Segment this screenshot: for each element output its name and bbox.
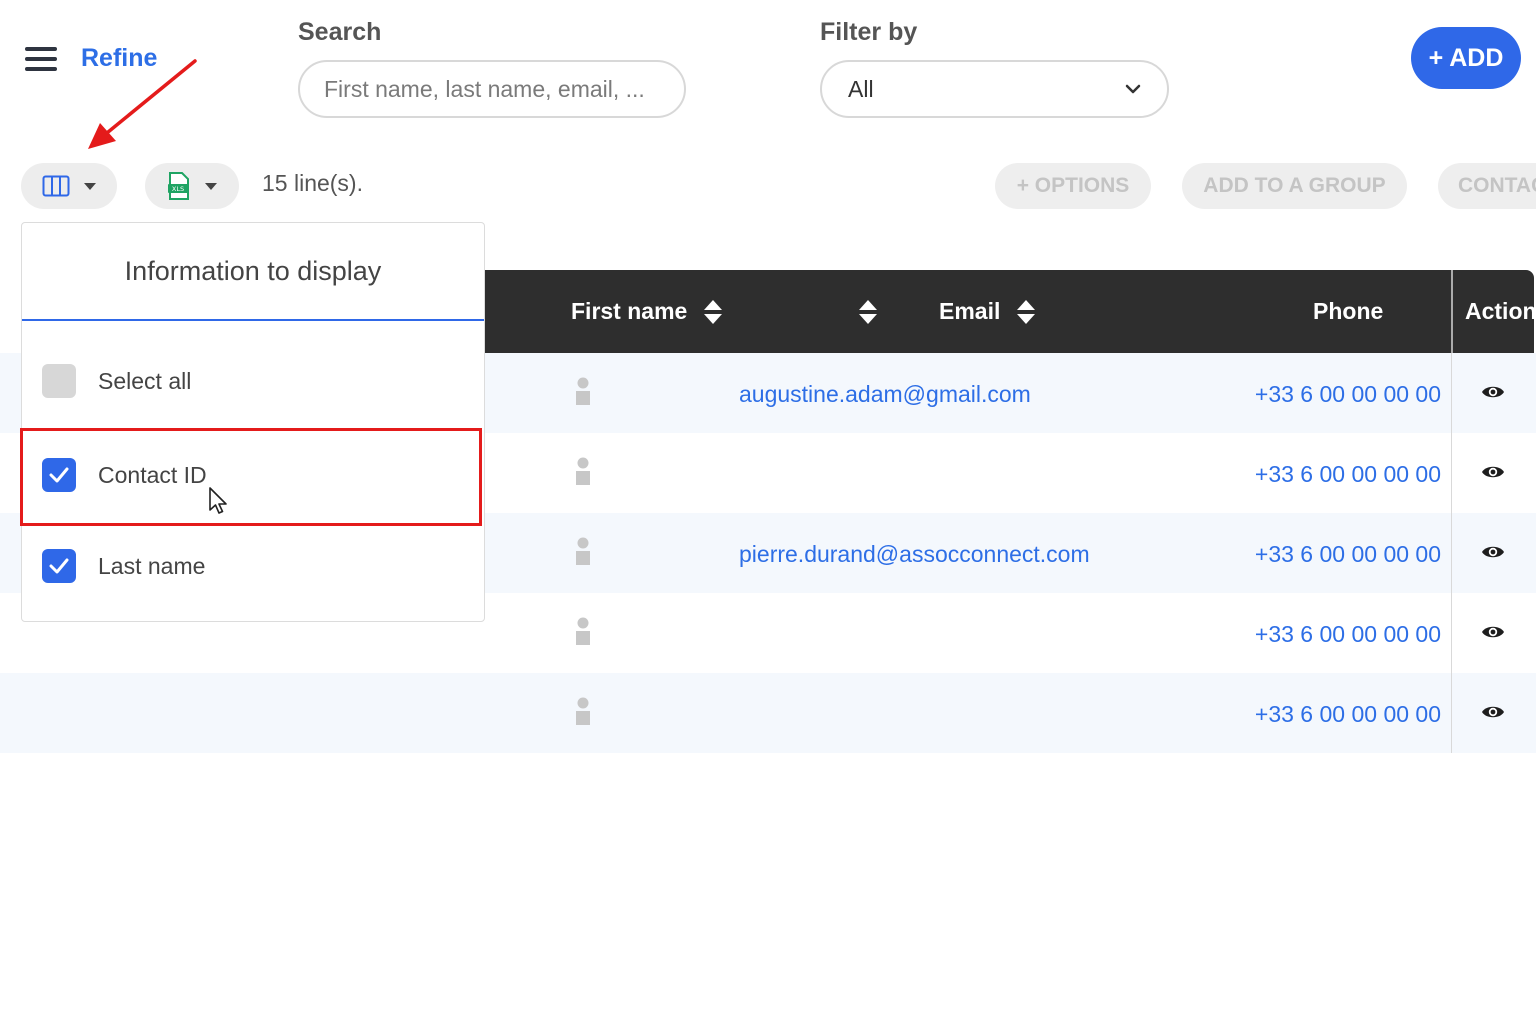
checkbox-checked[interactable]: [42, 549, 76, 583]
excel-file-icon: XLS: [168, 172, 189, 200]
phone-link[interactable]: +33 6 00 00 00 00: [1255, 381, 1441, 408]
columns-panel: Information to display Select all Contac…: [21, 222, 485, 622]
sort-icon: [1017, 299, 1036, 324]
header-divider: [1451, 270, 1453, 353]
option-label: Select all: [98, 367, 192, 394]
column-action: Action: [1465, 270, 1536, 353]
checkbox-unchecked[interactable]: [42, 364, 76, 398]
chevron-down-icon: [1125, 84, 1141, 94]
email-link[interactable]: pierre.durand@assocconnect.com: [739, 541, 1090, 568]
eye-icon[interactable]: [1481, 703, 1505, 721]
user-icon: [576, 697, 590, 725]
email-header: Email: [939, 298, 1001, 324]
sort-icon: [859, 299, 877, 324]
column-phone: Phone: [1313, 270, 1383, 353]
option-last-name[interactable]: Last name: [42, 546, 205, 586]
phone-link[interactable]: +33 6 00 00 00 00: [1255, 461, 1441, 488]
phone-header: Phone: [1313, 298, 1384, 324]
highlight-box: [20, 428, 482, 526]
checkmark-icon: [49, 558, 69, 574]
table-header: First name Email Phone Action: [485, 270, 1536, 353]
column-first-name[interactable]: First name: [571, 270, 723, 353]
email-link[interactable]: augustine.adam@gmail.com: [739, 381, 1031, 408]
caret-down-icon: [205, 182, 217, 190]
user-icon: [576, 377, 590, 405]
eye-icon[interactable]: [1481, 383, 1505, 401]
eye-icon[interactable]: [1481, 623, 1505, 641]
table-row[interactable]: +33 6 00 00 00 00: [0, 673, 1536, 753]
option-select-all[interactable]: Select all: [42, 361, 191, 401]
add-to-group-button[interactable]: ADD TO A GROUP: [1182, 163, 1407, 209]
svg-text:XLS: XLS: [172, 185, 184, 193]
phone-link[interactable]: +33 6 00 00 00 00: [1255, 701, 1441, 728]
column-last-name-sort[interactable]: [858, 270, 878, 353]
first-name-header: First name: [571, 298, 688, 324]
column-divider: [1451, 353, 1452, 433]
column-divider: [1451, 513, 1452, 593]
phone-link[interactable]: +33 6 00 00 00 00: [1255, 621, 1441, 648]
column-divider: [1451, 593, 1452, 673]
column-divider: [1451, 673, 1452, 753]
lines-count: 15 line(s).: [262, 170, 363, 196]
user-icon: [576, 537, 590, 565]
filter-label: Filter by: [820, 18, 918, 46]
add-button[interactable]: + ADD: [1411, 27, 1521, 89]
eye-icon[interactable]: [1481, 463, 1505, 481]
option-label: Last name: [98, 552, 206, 579]
search-input[interactable]: [298, 60, 686, 118]
column-email[interactable]: Email: [939, 270, 1036, 353]
phone-link[interactable]: +33 6 00 00 00 00: [1255, 541, 1441, 568]
options-button[interactable]: + OPTIONS: [995, 163, 1151, 209]
column-divider: [1451, 433, 1452, 513]
filter-value: All: [848, 75, 874, 102]
red-arrow-icon: [88, 59, 197, 149]
contact-button[interactable]: CONTAC: [1438, 163, 1536, 209]
search-label: Search: [298, 18, 382, 46]
export-button[interactable]: XLS: [145, 163, 239, 209]
user-icon: [576, 457, 590, 485]
user-icon: [576, 617, 590, 645]
caret-down-icon: [84, 182, 96, 190]
menu-icon[interactable]: [25, 47, 57, 73]
columns-button[interactable]: [21, 163, 117, 209]
panel-title: Information to display: [22, 223, 484, 321]
mouse-cursor-icon: [209, 487, 227, 514]
action-header: Action: [1465, 298, 1536, 324]
eye-icon[interactable]: [1481, 543, 1505, 561]
sort-icon: [704, 299, 723, 324]
columns-icon: [42, 175, 70, 197]
filter-select[interactable]: All: [820, 60, 1169, 118]
